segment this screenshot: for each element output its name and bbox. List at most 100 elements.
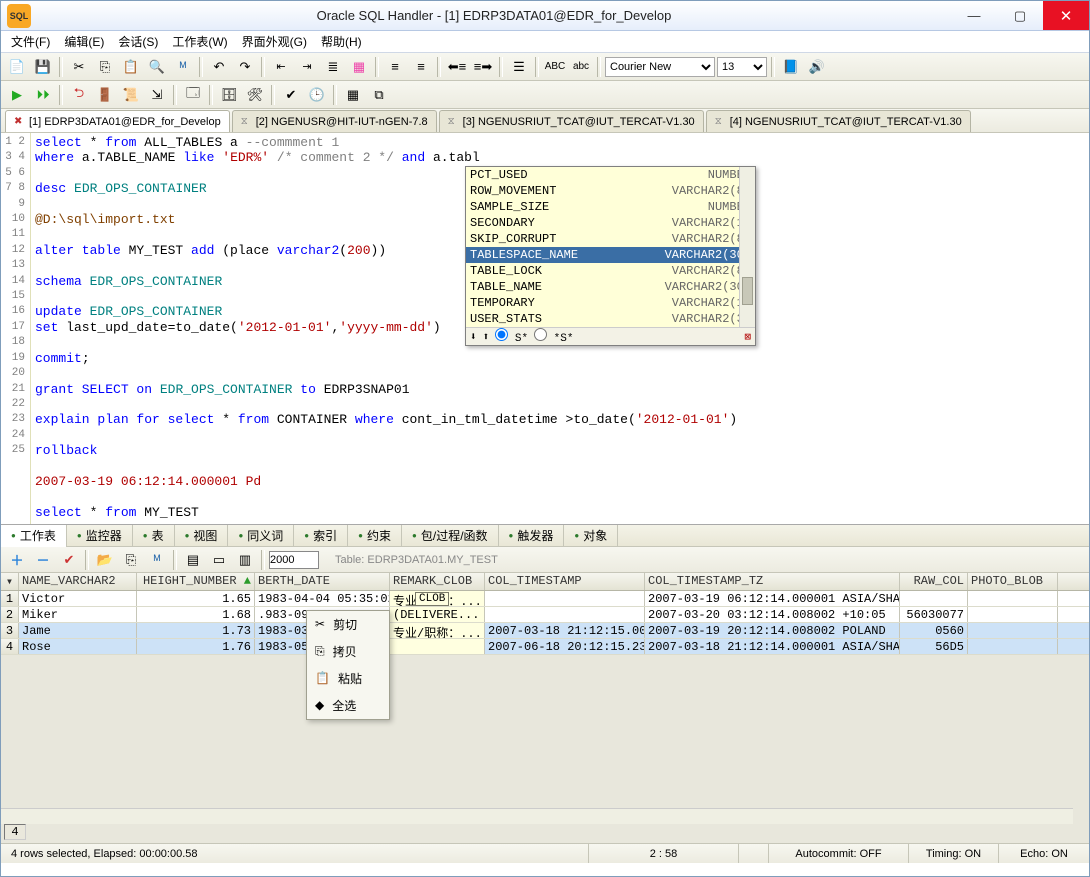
tools-icon[interactable]: 🛠	[243, 84, 267, 106]
cut-icon[interactable]: ✂	[67, 56, 91, 78]
btab-package[interactable]: ●包/过程/函数	[402, 524, 499, 547]
menu-file[interactable]: 文件(F)	[7, 31, 54, 52]
result-grid[interactable]: ▾ NAME_VARCHAR2 HEIGHT_NUMBER ▲ BERTH_DA…	[1, 573, 1089, 843]
btab-object[interactable]: ●对象	[564, 524, 618, 547]
autocomplete-item[interactable]: TEMPORARYVARCHAR2(1)	[466, 295, 755, 311]
new-icon[interactable]: 📄	[5, 56, 29, 78]
find-icon[interactable]: 🔍	[145, 56, 169, 78]
window-icon[interactable]: 🗔	[181, 84, 205, 106]
autocomplete-item[interactable]: SECONDARYVARCHAR2(1)	[466, 215, 755, 231]
col-berth[interactable]: BERTH_DATE	[255, 573, 390, 590]
indent-icon[interactable]: ≡➡	[471, 56, 495, 78]
btab-constraint[interactable]: ●约束	[348, 524, 402, 547]
table-icon[interactable]: ▦	[341, 84, 365, 106]
close-button[interactable]: ✕	[1043, 1, 1089, 30]
table-row[interactable]: 3 Jame 1.73 1983-03- 专业/职称：... 2007-03-1…	[1, 623, 1089, 639]
btab-table[interactable]: ●表	[133, 524, 175, 547]
maximize-button[interactable]: ▢	[997, 1, 1043, 30]
tab-1[interactable]: ✖[1] EDRP3DATA01@EDR_for_Develop	[5, 110, 230, 132]
scrollbar-thumb[interactable]	[742, 277, 753, 305]
outdent-icon[interactable]: ⬅≡	[445, 56, 469, 78]
single-row-icon[interactable]: ▭	[207, 549, 231, 571]
undo-icon[interactable]: ↶	[207, 56, 231, 78]
menu-session[interactable]: 会话(S)	[114, 31, 162, 52]
btab-view[interactable]: ●视图	[175, 524, 229, 547]
find-grid-icon[interactable]: ᴹ	[145, 549, 169, 571]
context-menu-item[interactable]: ◆全选	[307, 692, 389, 719]
col-photo[interactable]: PHOTO_BLOB	[968, 573, 1058, 590]
autocomplete-item[interactable]: PCT_USEDNUMBER	[466, 167, 755, 183]
context-menu[interactable]: ✂剪切⎘拷贝📋粘贴◆全选	[306, 610, 390, 720]
format-icon[interactable]: ≣	[321, 56, 345, 78]
table-row[interactable]: 1 Victor 1.65 1983-04-04 05:35:02 专业/职称：…	[1, 591, 1089, 607]
limit-input[interactable]	[269, 551, 319, 569]
grid-hscrollbar[interactable]	[1, 808, 1073, 824]
menu-worksheet[interactable]: 工作表(W)	[168, 31, 231, 52]
autocomplete-item[interactable]: TABLESPACE_NAMEVARCHAR2(30)	[466, 247, 755, 263]
context-menu-item[interactable]: ⎘拷贝	[307, 638, 389, 665]
dup-icon[interactable]: ⧉	[367, 84, 391, 106]
indent-right-icon[interactable]: ⇥	[295, 56, 319, 78]
autocomplete-close-icon[interactable]: ⊠	[744, 330, 751, 344]
autocomplete-scrollbar[interactable]	[739, 167, 755, 327]
tab-2[interactable]: ⧖[2] NGENUSR@HIT-IUT-nGEN-7.8	[232, 110, 437, 132]
lowercase-icon[interactable]: abc	[569, 56, 593, 78]
menu-edit[interactable]: 编辑(E)	[60, 31, 108, 52]
replace-icon[interactable]: ᴹ	[171, 56, 195, 78]
filter-contains[interactable]: *S*	[534, 328, 573, 345]
tab-4[interactable]: ⧖[4] NGENUSRIUT_TCAT@IUT_TERCAT-V1.30	[706, 110, 971, 132]
btab-synonym[interactable]: ●同义词	[228, 524, 294, 547]
btab-monitor[interactable]: ●监控器	[67, 524, 133, 547]
paste-icon[interactable]: 📋	[119, 56, 143, 78]
col-ts[interactable]: COL_TIMESTAMP	[485, 573, 645, 590]
context-menu-item[interactable]: 📋粘贴	[307, 665, 389, 692]
arrow-down-icon[interactable]: ⬇	[470, 330, 477, 344]
commit-icon[interactable]: ✔	[279, 84, 303, 106]
script-icon[interactable]: 📜	[119, 84, 143, 106]
add-row-icon[interactable]: ＋	[5, 549, 29, 571]
col-tz[interactable]: COL_TIMESTAMP_TZ	[645, 573, 900, 590]
indent-left-icon[interactable]: ⇤	[269, 56, 293, 78]
autocomplete-item[interactable]: SKIP_CORRUPTVARCHAR2(8)	[466, 231, 755, 247]
font-select[interactable]: Courier New	[605, 57, 715, 77]
clock-icon[interactable]: 🕒	[305, 84, 329, 106]
grid-view-icon[interactable]: ▤	[181, 549, 205, 571]
col-name[interactable]: NAME_VARCHAR2	[19, 573, 137, 590]
minimize-button[interactable]: —	[951, 1, 997, 30]
align-left-icon[interactable]: ≡	[383, 56, 407, 78]
sql-editor[interactable]: 1 2 3 4 5 6 7 8 9 10 11 12 13 14 15 16 1…	[1, 133, 1089, 525]
grid-icon[interactable]: ▦	[347, 56, 371, 78]
btab-trigger[interactable]: ●触发器	[499, 524, 565, 547]
col-raw[interactable]: RAW_COL	[900, 573, 968, 590]
db-icon[interactable]: 🗄	[217, 84, 241, 106]
run-all-icon[interactable]: ⏵⏵	[31, 84, 55, 106]
copy-icon[interactable]: ⎘	[93, 56, 117, 78]
autocomplete-item[interactable]: TABLE_LOCKVARCHAR2(8)	[466, 263, 755, 279]
col-height[interactable]: HEIGHT_NUMBER ▲	[137, 573, 255, 590]
autocomplete-item[interactable]: ROW_MOVEMENTVARCHAR2(8)	[466, 183, 755, 199]
corner-cell[interactable]: ▾	[1, 573, 19, 590]
align-right-icon[interactable]: ≡	[409, 56, 433, 78]
table-row[interactable]: 2 Miker 1.68 .983-09-05 17:23:42 (DELIVE…	[1, 607, 1089, 623]
form-icon[interactable]: ▥	[233, 549, 257, 571]
menu-appearance[interactable]: 界面外观(G)	[238, 31, 311, 52]
autocomplete-item[interactable]: SAMPLE_SIZENUMBER	[466, 199, 755, 215]
tab-3[interactable]: ⧖[3] NGENUSRIUT_TCAT@IUT_TERCAT-V1.30	[439, 110, 704, 132]
btab-worksheet[interactable]: ●工作表	[1, 524, 67, 547]
list-icon[interactable]: ☰	[507, 56, 531, 78]
fontsize-select[interactable]: 13	[717, 57, 767, 77]
run-icon[interactable]: ▶	[5, 84, 29, 106]
book-icon[interactable]: 📘	[779, 56, 803, 78]
filter-startswith[interactable]: S*	[495, 328, 528, 345]
export-icon[interactable]: ⇲	[145, 84, 169, 106]
menu-help[interactable]: 帮助(H)	[317, 31, 366, 52]
exit-icon[interactable]: 🚪	[93, 84, 117, 106]
col-remark[interactable]: REMARK_CLOB	[390, 573, 485, 590]
autocomplete-item[interactable]: TABLE_NAMEVARCHAR2(30)	[466, 279, 755, 295]
delete-row-icon[interactable]: －	[31, 549, 55, 571]
sound-icon[interactable]: 🔊	[805, 56, 829, 78]
close-tab-icon[interactable]: ✖	[14, 116, 26, 128]
autocomplete-item[interactable]: USER_STATSVARCHAR2(3)	[466, 311, 755, 327]
save-icon[interactable]: 💾	[31, 56, 55, 78]
autocomplete-popup[interactable]: PCT_USEDNUMBERROW_MOVEMENTVARCHAR2(8)SAM…	[465, 166, 756, 346]
